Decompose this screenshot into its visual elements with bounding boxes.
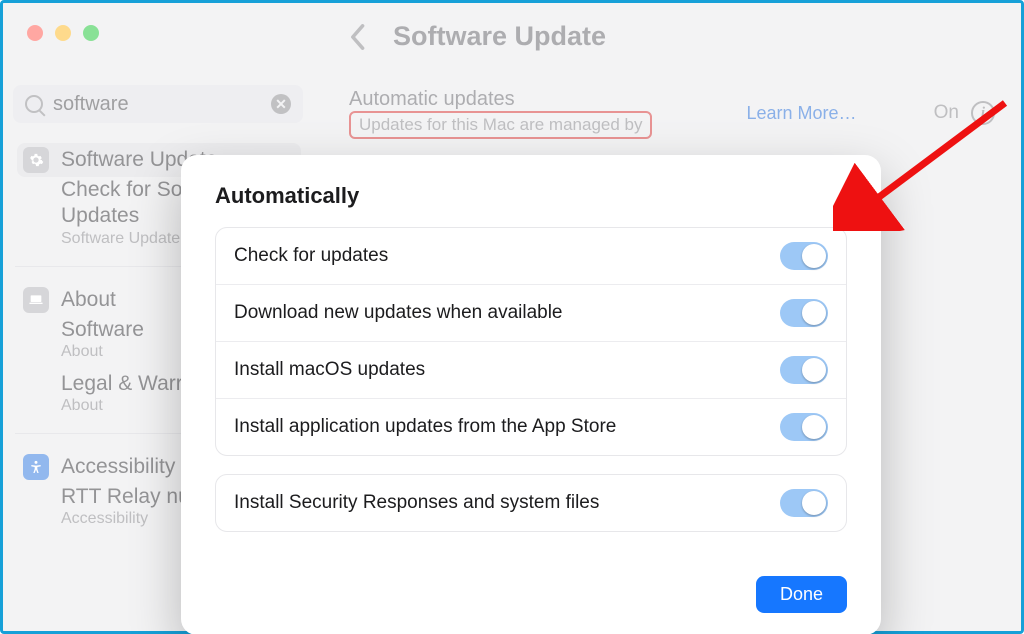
toggle-install-security-responses[interactable] xyxy=(780,489,828,517)
toggle-check-for-updates[interactable] xyxy=(780,242,828,270)
option-check-for-updates: Check for updates xyxy=(216,228,846,284)
managed-by-highlight: Updates for this Mac are managed by xyxy=(349,111,652,139)
automatic-updates-title: Automatic updates xyxy=(349,88,652,111)
search-icon xyxy=(25,95,43,113)
search-field[interactable]: software ✕ xyxy=(13,85,303,123)
automatic-updates-state: On xyxy=(934,102,959,124)
system-settings-window: software ✕ Software Update Check for Sof… xyxy=(0,0,1024,634)
info-icon[interactable]: i xyxy=(971,101,995,125)
automatic-updates-sheet: Automatically Check for updates Download… xyxy=(181,155,881,634)
automatic-updates-row[interactable]: Automatic updates Updates for this Mac a… xyxy=(349,83,1003,143)
main-header: Software Update xyxy=(343,21,606,52)
done-button[interactable]: Done xyxy=(756,576,847,613)
toggle-install-macos-updates[interactable] xyxy=(780,356,828,384)
zoom-window-button[interactable] xyxy=(83,25,99,41)
option-download-new-updates: Download new updates when available xyxy=(216,284,846,341)
options-group-2: Install Security Responses and system fi… xyxy=(215,474,847,532)
option-label: Install application updates from the App… xyxy=(234,416,616,438)
sidebar-item-label: Accessibility xyxy=(61,455,175,479)
option-label: Install Security Responses and system fi… xyxy=(234,492,599,514)
laptop-icon xyxy=(23,287,49,313)
options-group-1: Check for updates Download new updates w… xyxy=(215,227,847,456)
toggle-download-new-updates[interactable] xyxy=(780,299,828,327)
toggle-install-app-store-updates[interactable] xyxy=(780,413,828,441)
option-install-security-responses: Install Security Responses and system fi… xyxy=(216,475,846,531)
option-install-macos-updates: Install macOS updates xyxy=(216,341,846,398)
gear-icon xyxy=(23,147,49,173)
window-controls xyxy=(27,25,99,41)
option-label: Install macOS updates xyxy=(234,359,425,381)
sheet-heading: Automatically xyxy=(215,183,847,209)
page-title: Software Update xyxy=(393,21,606,52)
clear-search-button[interactable]: ✕ xyxy=(271,94,291,114)
minimize-window-button[interactable] xyxy=(55,25,71,41)
option-label: Check for updates xyxy=(234,245,388,267)
chevron-left-icon xyxy=(348,23,366,51)
learn-more-link[interactable]: Learn More… xyxy=(746,103,856,124)
close-window-button[interactable] xyxy=(27,25,43,41)
sidebar-item-label: About xyxy=(61,288,116,312)
option-label: Download new updates when available xyxy=(234,302,563,324)
option-install-app-store-updates: Install application updates from the App… xyxy=(216,398,846,455)
back-button[interactable] xyxy=(343,23,371,51)
accessibility-icon xyxy=(23,454,49,480)
search-input[interactable]: software xyxy=(53,93,129,116)
